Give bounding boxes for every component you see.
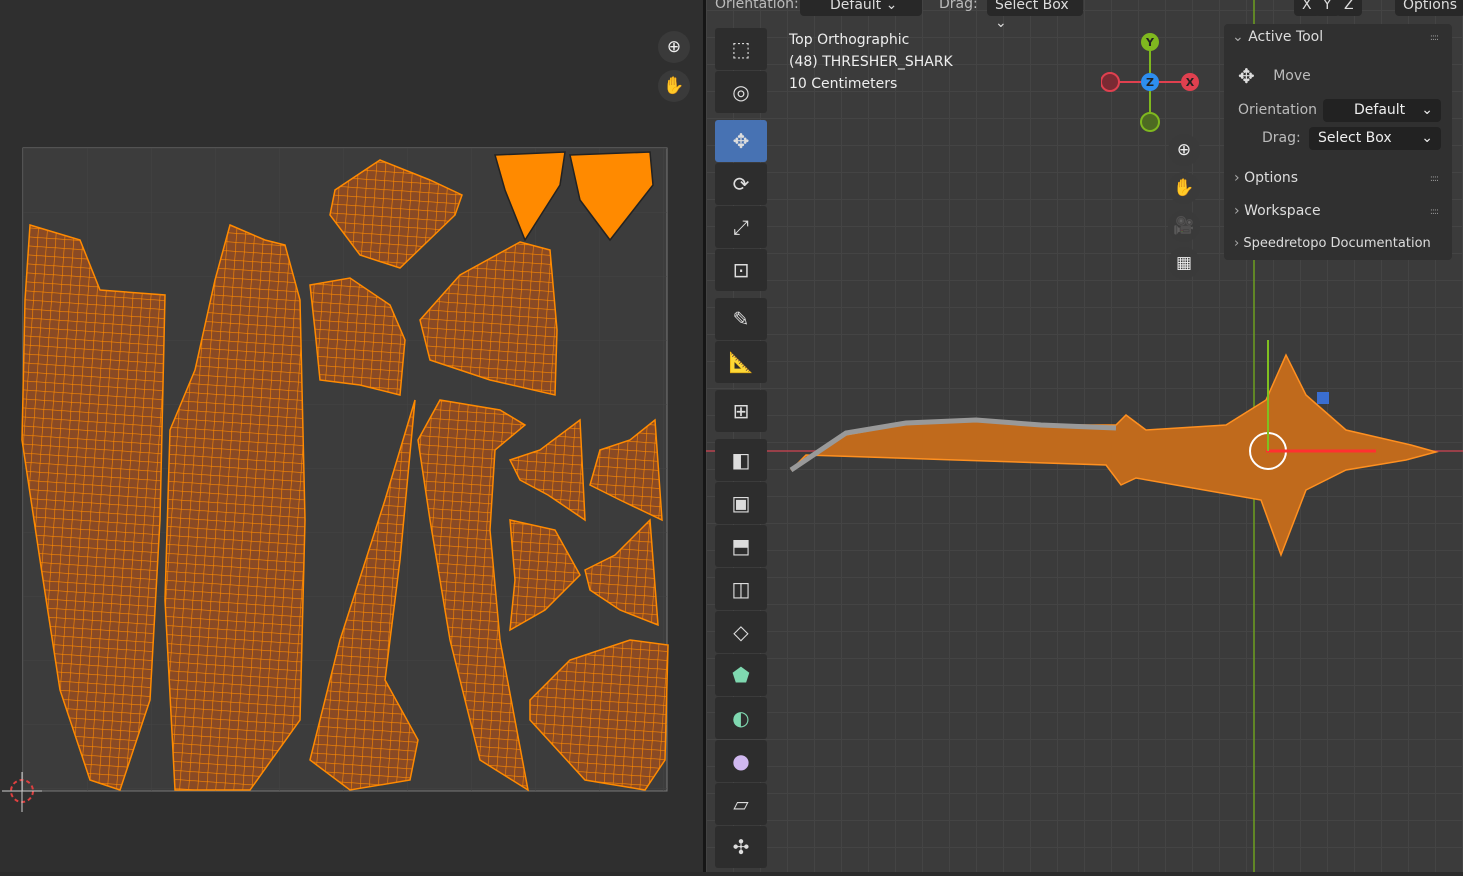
- inset-tool[interactable]: ▣: [715, 482, 767, 524]
- orientation-dropdown[interactable]: Default ⌄: [800, 0, 922, 16]
- sidebar-panel: ⌄ Active Tool:::: ✥ Move Orientation Def…: [1224, 24, 1452, 260]
- drag-label: Drag:: [1262, 130, 1301, 146]
- options-section[interactable]: › Options::::: [1224, 170, 1452, 186]
- add-cube-tool[interactable]: ⊞: [715, 390, 767, 432]
- move-icon: ✥: [1238, 64, 1255, 88]
- tool-shelf: ⬚ ◎ ✥ ⟳ ⤢ ⊡ ✎ 📐 ⊞ ◧ ▣ ⬒ ◫ ◇ ⬟ ◐ ● ▱ ✣: [715, 28, 767, 869]
- spin-tool[interactable]: ◐: [715, 697, 767, 739]
- view-name: Top Orthographic: [789, 32, 910, 48]
- hand-pan-icon[interactable]: ✋: [658, 70, 690, 102]
- grid-scale: 10 Centimeters: [789, 76, 898, 92]
- orientation-dropdown[interactable]: Default ⌄: [1323, 99, 1441, 122]
- speedretopo-section[interactable]: › Speedretopo Documentation: [1224, 236, 1452, 251]
- orientation-label: Orientation: [1238, 102, 1318, 118]
- drag-label: Drag:: [939, 0, 978, 12]
- zoom-icon[interactable]: ⊕: [1168, 134, 1200, 166]
- orientation-label: Orientation:: [715, 0, 799, 12]
- move-tool[interactable]: ✥: [715, 120, 767, 162]
- shark-mesh: [789, 340, 1439, 558]
- move-tool-row[interactable]: ✥ Move: [1238, 64, 1452, 88]
- svg-text:X: X: [1186, 76, 1195, 89]
- rotate-tool[interactable]: ⟳: [715, 163, 767, 205]
- zoom-icon[interactable]: ⊕: [658, 31, 690, 63]
- svg-text:Y: Y: [1145, 36, 1155, 49]
- smooth-tool[interactable]: ●: [715, 740, 767, 782]
- grid-view-icon[interactable]: ▦: [1168, 247, 1200, 279]
- shear-tool[interactable]: ▱: [715, 783, 767, 825]
- drag-dropdown[interactable]: Select Box ⌄: [987, 0, 1083, 31]
- hand-pan-icon[interactable]: ✋: [1168, 172, 1200, 204]
- bevel-tool[interactable]: ⬒: [715, 525, 767, 567]
- uv-canvas: [2, 147, 669, 812]
- svg-text:Z: Z: [1146, 76, 1154, 89]
- uv-editor[interactable]: ⊕ ✋: [0, 0, 703, 872]
- active-tool-header[interactable]: ⌄ Active Tool::::: [1224, 29, 1452, 45]
- options-button[interactable]: Options: [1395, 0, 1463, 16]
- poly-build-tool[interactable]: ⬟: [715, 654, 767, 696]
- transform-tool[interactable]: ⊡: [715, 249, 767, 291]
- select-box-tool[interactable]: ⬚: [715, 28, 767, 70]
- drag-dropdown[interactable]: Select Box ⌄: [1309, 127, 1441, 150]
- tool-header: Orientation: Default ⌄ Drag: Select Box …: [706, 0, 1463, 31]
- knife-tool[interactable]: ◇: [715, 611, 767, 653]
- scale-tool[interactable]: ⤢: [715, 206, 767, 248]
- object-name: (48) THRESHER_SHARK: [789, 54, 953, 70]
- annotate-tool[interactable]: ✎: [715, 298, 767, 340]
- loop-cut-tool[interactable]: ◫: [715, 568, 767, 610]
- navigation-gizmo[interactable]: Y X Z: [1101, 32, 1211, 132]
- rip-tool[interactable]: ✣: [715, 826, 767, 868]
- measure-tool[interactable]: 📐: [715, 341, 767, 383]
- axis-z-toggle[interactable]: Z: [1336, 0, 1362, 16]
- extrude-tool[interactable]: ◧: [715, 439, 767, 481]
- workspace-section[interactable]: › Workspace::::: [1224, 203, 1452, 219]
- camera-icon[interactable]: 🎥: [1168, 210, 1200, 242]
- cursor-tool[interactable]: ◎: [715, 71, 767, 113]
